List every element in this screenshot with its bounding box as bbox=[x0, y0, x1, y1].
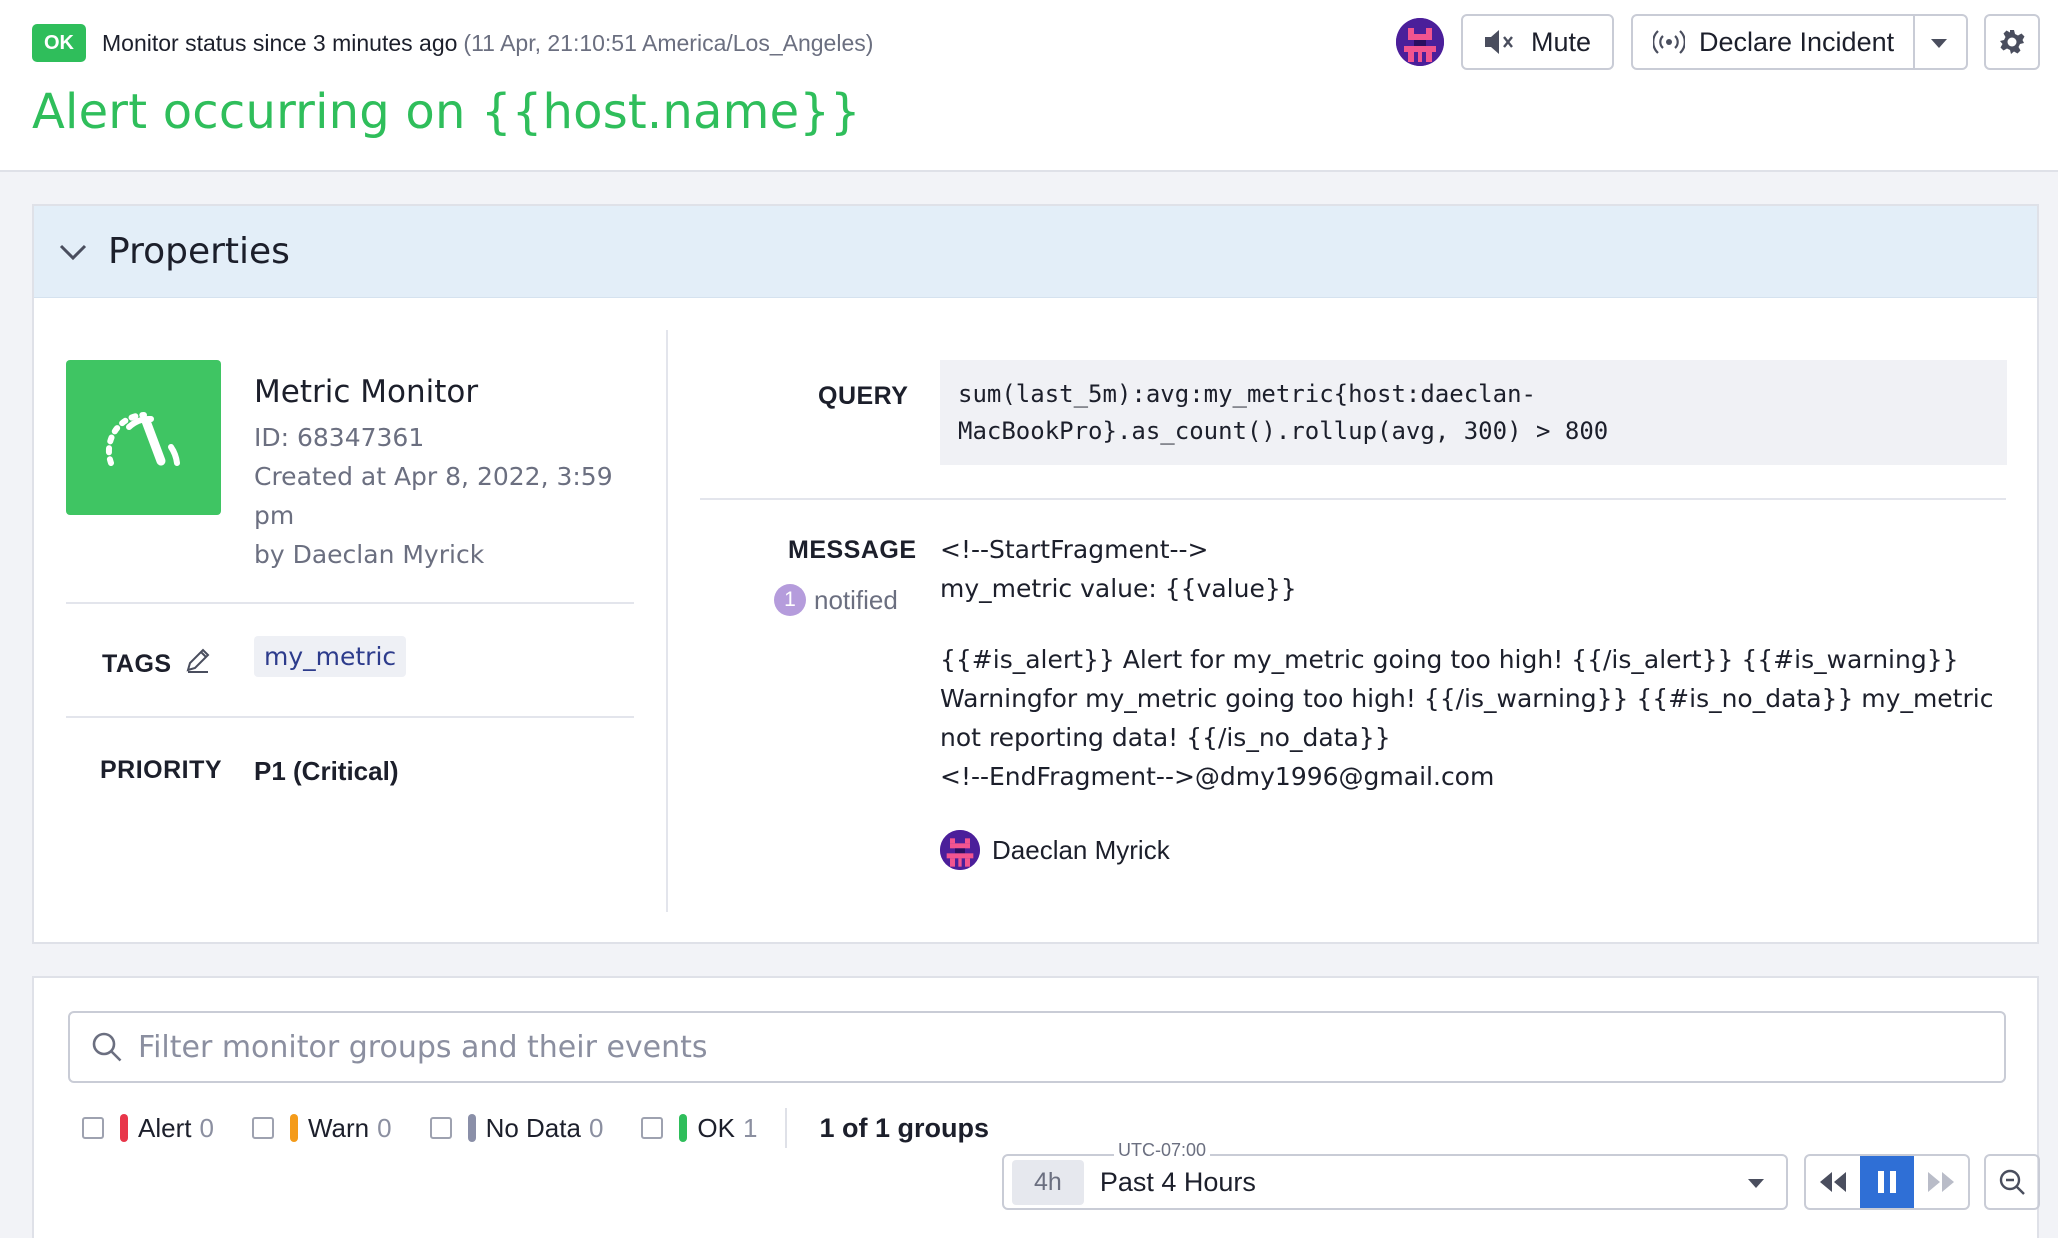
checkbox[interactable] bbox=[429, 1117, 452, 1139]
divider bbox=[66, 602, 634, 604]
filter-ok[interactable]: OK 1 bbox=[641, 1113, 757, 1144]
query-code: sum(last_5m):avg:my_metric{host:daeclan-… bbox=[940, 360, 2007, 465]
status-color-pill bbox=[120, 1114, 128, 1142]
monitor-type: Metric Monitor bbox=[254, 374, 479, 410]
settings-button[interactable] bbox=[1984, 14, 2040, 70]
caret-down-icon bbox=[1748, 1179, 1764, 1188]
button-divider bbox=[1913, 16, 1915, 68]
pause-icon bbox=[1878, 1171, 1896, 1193]
status-filters: Alert 0 Warn 0 No Data 0 OK 1 1 of 1 gro… bbox=[82, 1108, 989, 1148]
query-label: QUERY bbox=[818, 382, 909, 410]
filter-no-data[interactable]: No Data 0 bbox=[429, 1112, 604, 1144]
properties-panel: Properties Metric Monitor ID: 68347361 C… bbox=[32, 204, 2039, 944]
message-label: MESSAGE bbox=[788, 536, 917, 564]
tag-chip[interactable]: my_metric bbox=[254, 636, 407, 677]
zoom-out-button[interactable] bbox=[1984, 1154, 2040, 1210]
declare-incident-label: Declare Incident bbox=[1699, 26, 1895, 57]
status-badge: OK bbox=[32, 24, 86, 62]
status-color-pill bbox=[467, 1114, 476, 1142]
checkbox[interactable] bbox=[82, 1117, 104, 1139]
filter-count: 1 bbox=[743, 1112, 758, 1143]
pencil-icon[interactable] bbox=[184, 646, 212, 674]
broadcast-icon bbox=[1653, 30, 1685, 54]
divider bbox=[700, 498, 2006, 500]
declare-incident-button[interactable]: Declare Incident bbox=[1631, 14, 1968, 70]
speaker-mute-icon bbox=[1485, 30, 1513, 54]
chevron-down-icon[interactable] bbox=[58, 242, 88, 262]
status-color-pill bbox=[289, 1114, 298, 1142]
tags-label: TAGS bbox=[102, 650, 172, 678]
pause-button[interactable] bbox=[1860, 1156, 1914, 1208]
time-range-picker[interactable]: 4h Past 4 Hours bbox=[1002, 1154, 1788, 1210]
recipient[interactable]: Daeclan Myrick bbox=[940, 830, 1170, 870]
avatar-pixel-icon bbox=[940, 830, 980, 870]
timezone-label: UTC-07:00 bbox=[1114, 1140, 1211, 1161]
speedometer-icon bbox=[105, 411, 180, 466]
properties-header[interactable]: Properties bbox=[34, 206, 2037, 298]
divider bbox=[66, 716, 634, 718]
time-range-label: Past 4 Hours bbox=[1099, 1166, 1256, 1197]
search-box[interactable] bbox=[68, 1011, 2006, 1083]
playback-controls bbox=[1804, 1154, 1970, 1210]
avatar-pixel-icon bbox=[1396, 18, 1444, 66]
page-title: Alert occurring on {{host.name}} bbox=[32, 84, 861, 140]
monitor-header: OK Monitor status since 3 minutes ago (1… bbox=[0, 0, 2058, 172]
status-row: OK Monitor status since 3 minutes ago (1… bbox=[32, 22, 873, 64]
fast-forward-button[interactable] bbox=[1914, 1156, 1968, 1208]
filter-count: 0 bbox=[199, 1112, 214, 1143]
status-text: Monitor status since 3 minutes ago bbox=[102, 29, 458, 56]
search-icon bbox=[92, 1032, 122, 1062]
filter-count: 0 bbox=[588, 1112, 604, 1143]
groups-count: 1 of 1 groups bbox=[819, 1112, 989, 1143]
fast-forward-icon bbox=[1928, 1172, 1954, 1192]
filter-label: No Data bbox=[485, 1112, 581, 1143]
column-divider bbox=[666, 330, 668, 912]
search-input[interactable] bbox=[138, 1029, 1938, 1065]
monitor-author: by Daeclan Myrick bbox=[254, 540, 485, 569]
zoom-out-icon bbox=[1999, 1169, 2025, 1195]
time-range-chip: 4h bbox=[1012, 1159, 1084, 1205]
mute-button[interactable]: Mute bbox=[1461, 14, 1614, 70]
priority-label: PRIORITY bbox=[100, 756, 223, 784]
notified-indicator[interactable]: 1 notified bbox=[774, 584, 898, 616]
message-end-line: <!--EndFragment-->@dmy1996@gmail.com bbox=[940, 762, 1495, 791]
message-line: <!--StartFragment--> bbox=[940, 535, 1209, 564]
status-timestamp: (11 Apr, 21:10:51 America/Los_Angeles) bbox=[463, 29, 874, 56]
notified-count: 1 bbox=[774, 584, 806, 616]
priority-value: P1 (Critical) bbox=[254, 756, 399, 786]
avatar[interactable] bbox=[1396, 18, 1444, 66]
monitor-created: Created at Apr 8, 2022, 3:59 pm bbox=[254, 462, 613, 530]
caret-down-icon[interactable] bbox=[1929, 36, 1949, 50]
filter-warn[interactable]: Warn 0 bbox=[251, 1112, 392, 1144]
message-paragraph: {{#is_alert}} Alert for my_metric going … bbox=[940, 645, 1994, 752]
status-color-pill bbox=[679, 1114, 688, 1142]
filter-divider bbox=[785, 1108, 788, 1148]
filter-label: OK bbox=[697, 1112, 735, 1143]
rewind-icon bbox=[1820, 1172, 1846, 1192]
monitor-meta: ID: 68347361 Created at Apr 8, 2022, 3:5… bbox=[254, 418, 634, 574]
monitor-id: ID: 68347361 bbox=[254, 423, 425, 452]
notified-label: notified bbox=[814, 584, 898, 615]
rewind-button[interactable] bbox=[1806, 1156, 1860, 1208]
checkbox[interactable] bbox=[641, 1117, 664, 1139]
monitor-groups-panel: Alert 0 Warn 0 No Data 0 OK 1 1 of 1 gro… bbox=[32, 976, 2040, 1238]
avatar bbox=[940, 830, 980, 870]
checkbox[interactable] bbox=[251, 1117, 274, 1139]
mute-label: Mute bbox=[1531, 26, 1592, 57]
filter-alert[interactable]: Alert 0 bbox=[82, 1113, 214, 1144]
message-body: <!--StartFragment--> my_metric value: {{… bbox=[940, 530, 2015, 796]
filter-count: 0 bbox=[377, 1112, 392, 1143]
monitor-type-tile bbox=[66, 360, 221, 515]
filter-label: Warn bbox=[307, 1112, 370, 1143]
filter-label: Alert bbox=[138, 1112, 192, 1143]
gear-icon bbox=[2000, 30, 2025, 54]
recipient-name: Daeclan Myrick bbox=[992, 834, 1170, 865]
properties-title: Properties bbox=[108, 231, 290, 272]
message-line: my_metric value: {{value}} bbox=[940, 574, 1297, 603]
